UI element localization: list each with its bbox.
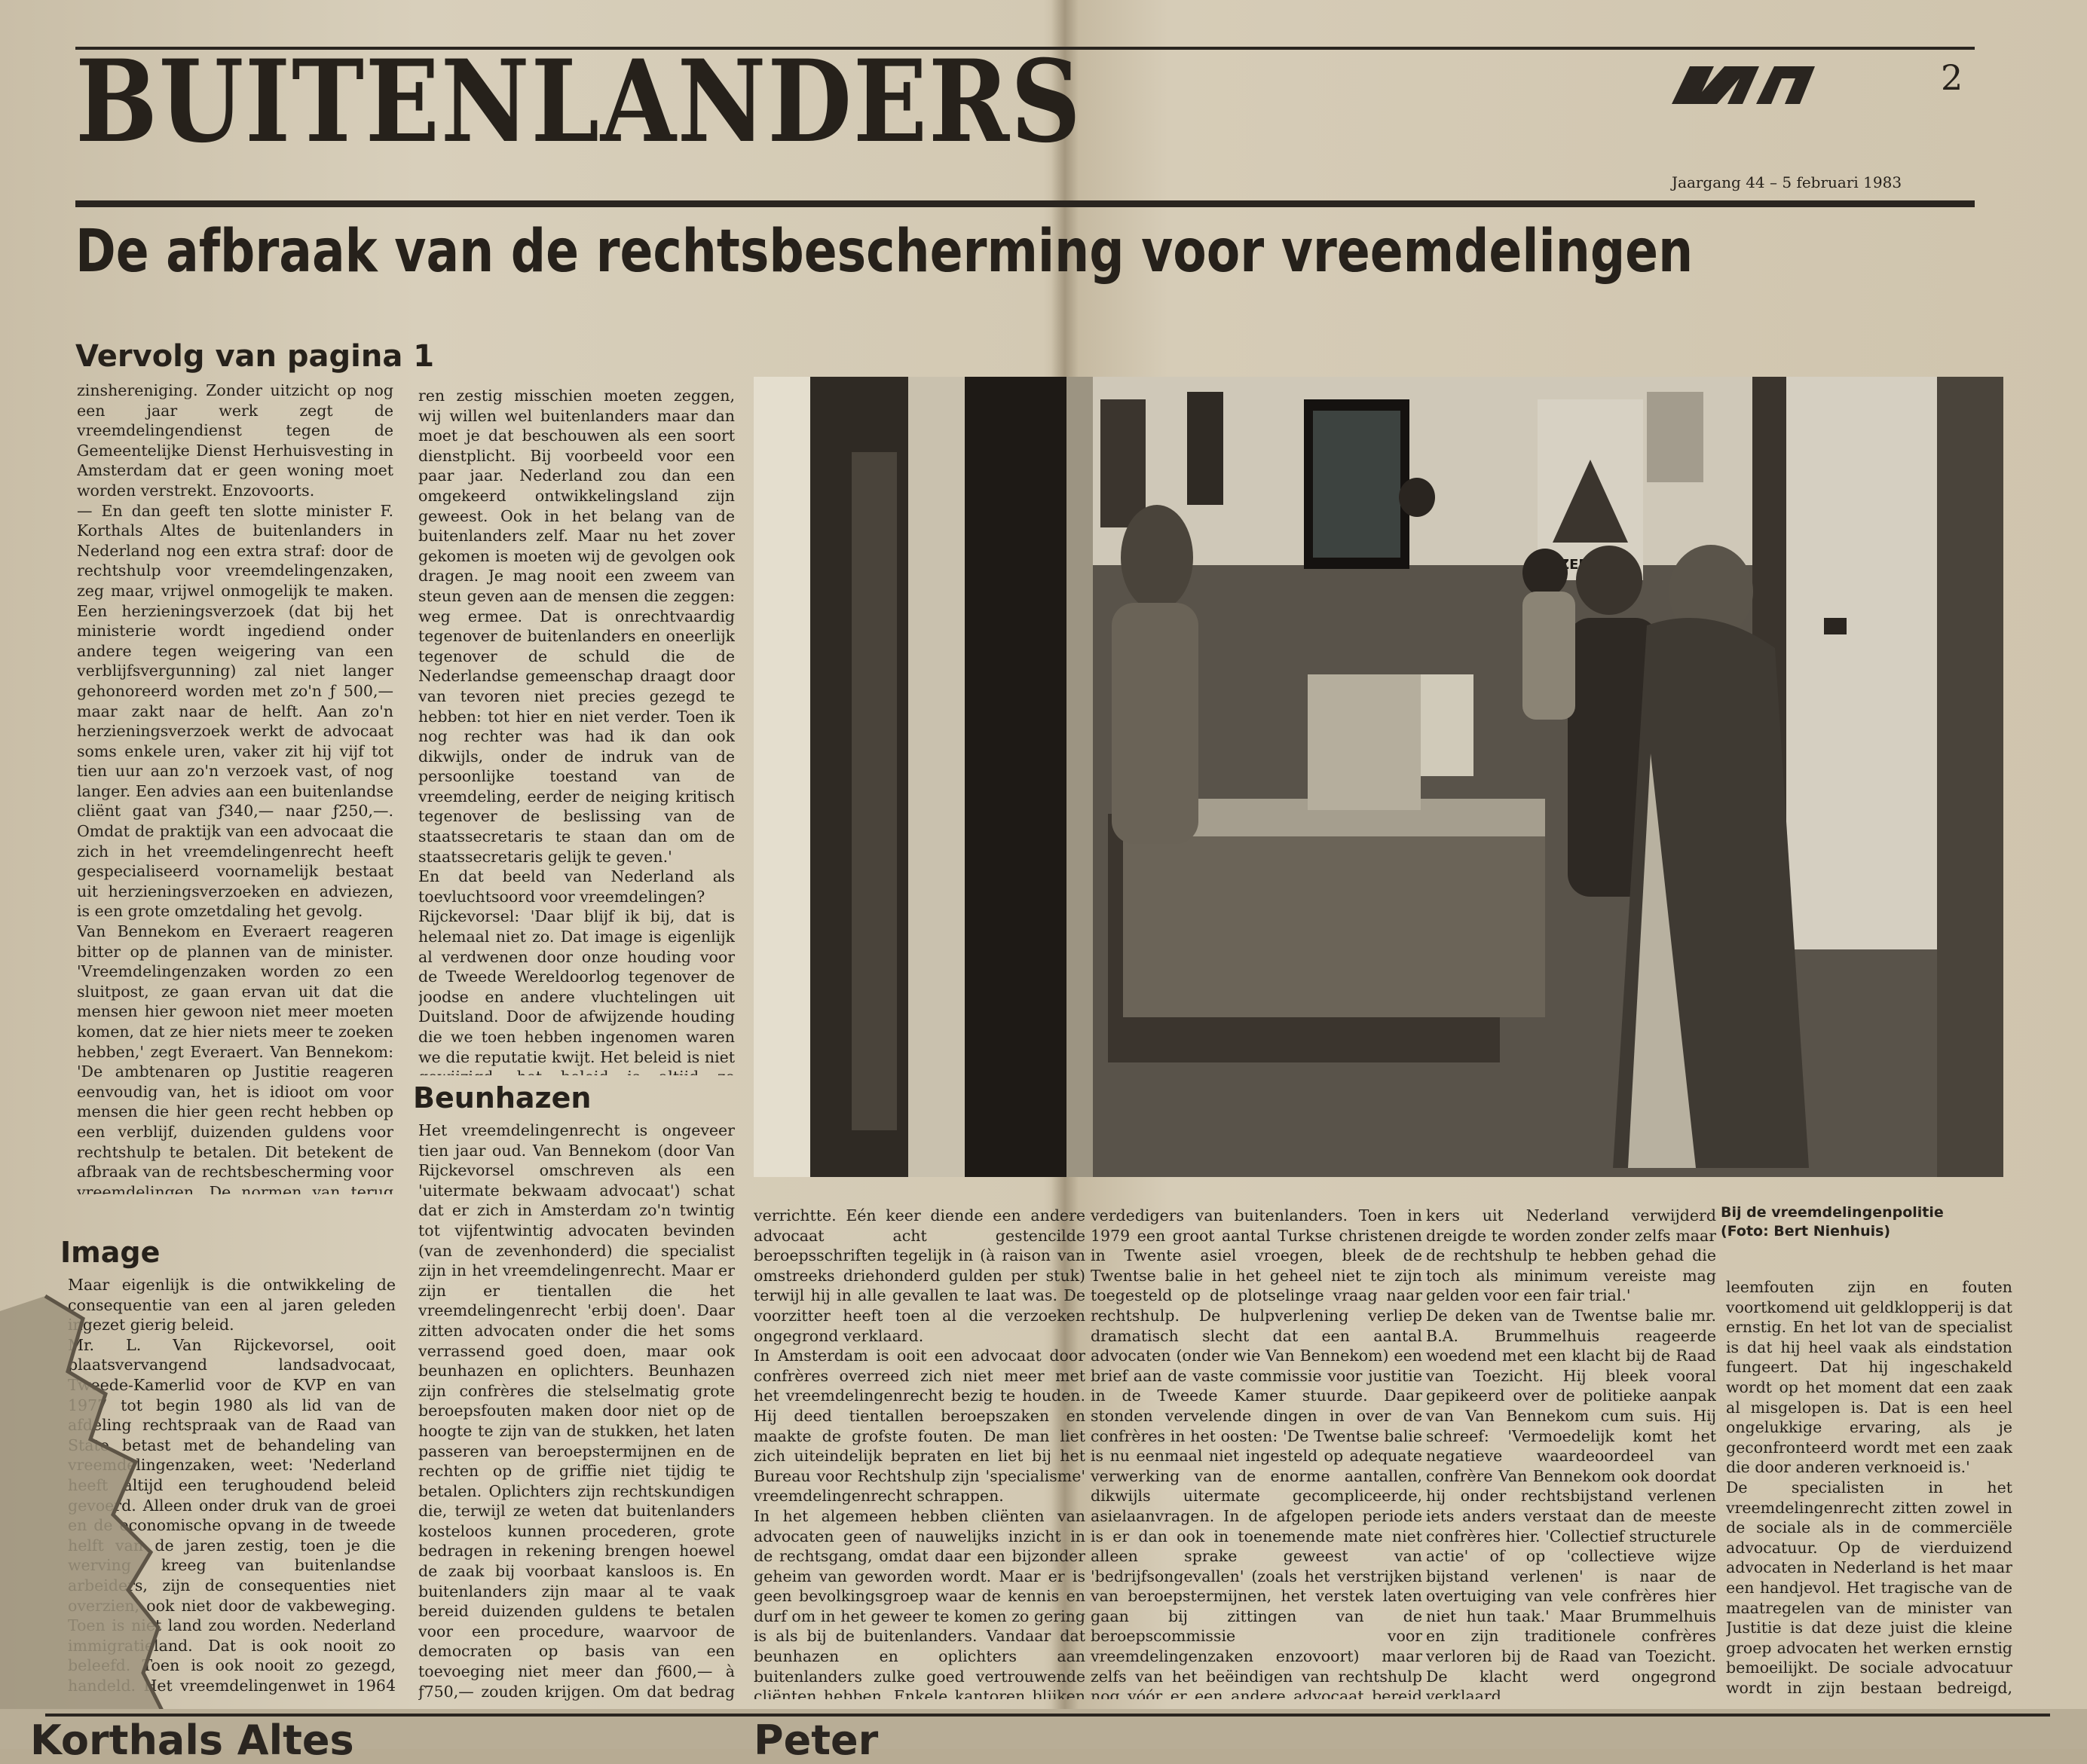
article-column-3: verrichtte. Eén keer diende een andere a… [754,1206,1085,1699]
article-column-6: leemfouten zijn en fouten voortkomend ui… [1726,1278,2012,1699]
teaser-right: Peter [754,1717,879,1764]
caption-credit: (Foto: Bert Nienhuis) [1721,1223,1891,1240]
issue-date: Jaargang 44 – 5 februari 1983 [1672,173,1902,191]
vn-logo [1667,63,1818,109]
article-column-2: ren zestig misschien moeten zeggen, wij … [418,387,735,1075]
section-title: BUITENLANDERS [75,35,1082,168]
article-column-1: zinshereniging. Zonder uitzicht op nog e… [77,381,393,1194]
torn-paper-edge [0,1294,176,1733]
caption-text: Bij de vreemdelingenpolitie [1721,1204,1944,1221]
article-column-5: kers uit Nederland verwijderd dreigde te… [1426,1206,1716,1699]
photo-caption: Bij de vreemdelingenpolitie (Foto: Bert … [1721,1203,1944,1241]
article-headline: De afbraak van de rechtsbescherming voor… [75,218,1694,286]
subhead-beunhazen: Beunhazen [413,1081,592,1114]
page-number: 2 [1941,57,1963,98]
headline-rule [75,200,1975,207]
teaser-left: Korthals Altes [30,1717,354,1764]
news-photo: ZERMAT [754,377,2003,1177]
subhead-image: Image [60,1236,161,1269]
article-column-2b: Het vreemdelingenrecht is ongeveer tien … [418,1121,735,1701]
article-column-4: verdedigers van buitenlanders. Toen in 1… [1091,1206,1422,1699]
continued-from: Vervolg van pagina 1 [75,339,435,374]
